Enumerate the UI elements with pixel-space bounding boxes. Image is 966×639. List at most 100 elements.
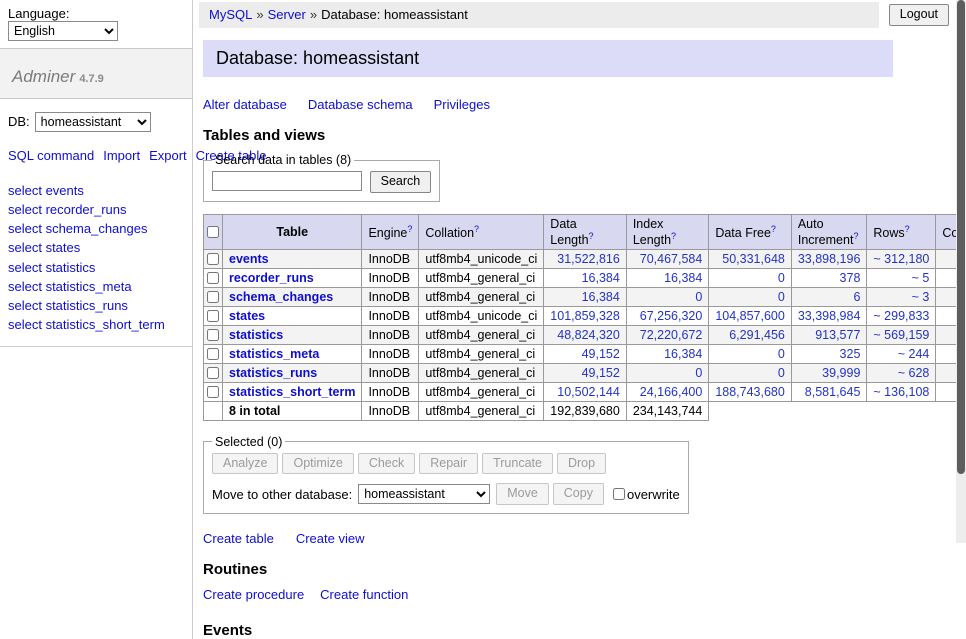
- alter-database-link[interactable]: Alter database: [203, 97, 287, 112]
- row-checkbox[interactable]: [207, 329, 219, 341]
- sidebar: Language:English Adminer4.7.9 DB:homeass…: [0, 0, 193, 639]
- overwrite-checkbox[interactable]: [613, 488, 625, 500]
- doc-help-link[interactable]: ?: [407, 224, 412, 234]
- move-button[interactable]: Move: [496, 483, 549, 505]
- table-name-link[interactable]: statistics_runs: [229, 366, 317, 380]
- cell-collation: utf8mb4_general_ci: [419, 287, 544, 306]
- sidebar-table-link[interactable]: select statistics_runs: [8, 296, 184, 315]
- optimize-button[interactable]: Optimize: [282, 453, 353, 475]
- table-row: schema_changesInnoDButf8mb4_general_ci16…: [204, 287, 966, 306]
- row-select-cell: [204, 325, 223, 344]
- cell-data-free: 188,743,680: [709, 382, 792, 401]
- breadcrumb-server-link[interactable]: Server: [268, 7, 306, 22]
- database-schema-link[interactable]: Database schema: [308, 97, 413, 112]
- sidebar-table-link[interactable]: select statistics_meta: [8, 277, 184, 296]
- row-checkbox[interactable]: [207, 367, 219, 379]
- tables-heading: Tables and views: [203, 127, 893, 144]
- doc-help-link[interactable]: ?: [474, 224, 479, 234]
- cell-index-length: 24,166,400: [626, 382, 709, 401]
- cell-table-name: statistics: [223, 325, 362, 344]
- sql-command-link[interactable]: SQL command: [8, 148, 94, 163]
- events-heading: Events: [203, 622, 893, 639]
- table-links: select eventsselect recorder_runsselect …: [0, 181, 192, 347]
- doc-help-link[interactable]: ?: [853, 231, 858, 241]
- db-select[interactable]: homeassistant: [35, 112, 151, 132]
- routine-links: Create procedure Create function: [203, 587, 893, 602]
- create-procedure-link[interactable]: Create procedure: [203, 587, 304, 602]
- doc-help-link[interactable]: ?: [905, 224, 910, 234]
- scrollbar-thumb[interactable]: [957, 0, 965, 474]
- table-name-link[interactable]: events: [229, 252, 269, 266]
- row-checkbox[interactable]: [207, 348, 219, 360]
- create-function-link[interactable]: Create function: [320, 587, 408, 602]
- truncate-button[interactable]: Truncate: [482, 453, 553, 475]
- sidebar-table-link[interactable]: select events: [8, 181, 184, 200]
- tables-overview: TableEngine?Collation?Data Length?Index …: [203, 214, 966, 421]
- cell-engine: InnoDB: [362, 306, 419, 325]
- table-row: statistics_runsInnoDButf8mb4_general_ci4…: [204, 363, 966, 382]
- cell-auto-increment: 6: [791, 287, 867, 306]
- language-label: Language:: [8, 6, 69, 21]
- row-checkbox[interactable]: [207, 272, 219, 284]
- cell-rows: ~ 244: [867, 344, 936, 363]
- sidebar-links: SQL commandImportExportCreate table: [0, 136, 185, 168]
- row-select-cell: [204, 268, 223, 287]
- sidebar-table-link[interactable]: select recorder_runs: [8, 200, 184, 219]
- row-checkbox[interactable]: [207, 291, 219, 303]
- cell-index-length: 70,467,584: [626, 249, 709, 268]
- copy-button[interactable]: Copy: [553, 483, 604, 505]
- row-checkbox[interactable]: [207, 253, 219, 265]
- cell-data-length: 101,859,328: [544, 306, 627, 325]
- totals-index-length: 234,143,744: [626, 401, 709, 420]
- create-table-link[interactable]: Create table: [203, 531, 274, 546]
- import-link[interactable]: Import: [103, 148, 140, 163]
- breadcrumb-separator: »: [310, 7, 317, 22]
- totals-row: 8 in totalInnoDButf8mb4_general_ci192,83…: [204, 401, 966, 420]
- cell-data-length: 31,522,816: [544, 249, 627, 268]
- analyze-button[interactable]: Analyze: [212, 453, 278, 475]
- cell-engine: InnoDB: [362, 249, 419, 268]
- search-input[interactable]: [212, 171, 362, 191]
- cell-index-length: 0: [626, 287, 709, 306]
- table-name-link[interactable]: recorder_runs: [229, 271, 314, 285]
- create-view-link[interactable]: Create view: [296, 531, 365, 546]
- sidebar-table-link[interactable]: select schema_changes: [8, 219, 184, 238]
- sidebar-table-link[interactable]: select states: [8, 238, 184, 257]
- doc-help-link[interactable]: ?: [771, 224, 776, 234]
- row-checkbox[interactable]: [207, 310, 219, 322]
- repair-button[interactable]: Repair: [419, 453, 478, 475]
- move-database-select[interactable]: homeassistant: [358, 484, 490, 504]
- db-label: DB:: [8, 114, 30, 129]
- table-name-link[interactable]: schema_changes: [229, 290, 333, 304]
- table-name-link[interactable]: statistics_meta: [229, 347, 319, 361]
- select-all-cell: [204, 214, 223, 249]
- export-link[interactable]: Export: [149, 148, 187, 163]
- sidebar-table-link[interactable]: select statistics: [8, 258, 184, 277]
- table-row: statistics_metaInnoDButf8mb4_general_ci4…: [204, 344, 966, 363]
- doc-help-link[interactable]: ?: [671, 231, 676, 241]
- main: MySQL»Server»Database: homeassistant Log…: [193, 0, 956, 639]
- search-button[interactable]: Search: [370, 171, 432, 193]
- cell-rows: ~ 312,180: [867, 249, 936, 268]
- breadcrumb-mysql-link[interactable]: MySQL: [209, 7, 252, 22]
- table-name-link[interactable]: statistics_short_term: [229, 385, 355, 399]
- cell-table-name: recorder_runs: [223, 268, 362, 287]
- drop-button[interactable]: Drop: [557, 453, 606, 475]
- sidebar-table-link[interactable]: select statistics_short_term: [8, 315, 184, 334]
- cell-data-length: 16,384: [544, 268, 627, 287]
- cell-engine: InnoDB: [362, 325, 419, 344]
- search-fieldset: Search data in tables (8) Search: [203, 153, 440, 202]
- table-name-link[interactable]: statistics: [229, 328, 283, 342]
- language-select[interactable]: English: [8, 21, 118, 41]
- select-all-checkbox[interactable]: [207, 226, 219, 238]
- logout-button[interactable]: Logout: [889, 4, 949, 26]
- privileges-link[interactable]: Privileges: [434, 97, 490, 112]
- page: Language:English Adminer4.7.9 DB:homeass…: [0, 0, 956, 639]
- check-button[interactable]: Check: [358, 453, 415, 475]
- cell-data-free: 0: [709, 268, 792, 287]
- doc-help-link[interactable]: ?: [589, 231, 594, 241]
- table-name-link[interactable]: states: [229, 309, 265, 323]
- selected-legend: Selected (0): [212, 435, 285, 449]
- row-checkbox[interactable]: [207, 386, 219, 398]
- row-select-cell: [204, 306, 223, 325]
